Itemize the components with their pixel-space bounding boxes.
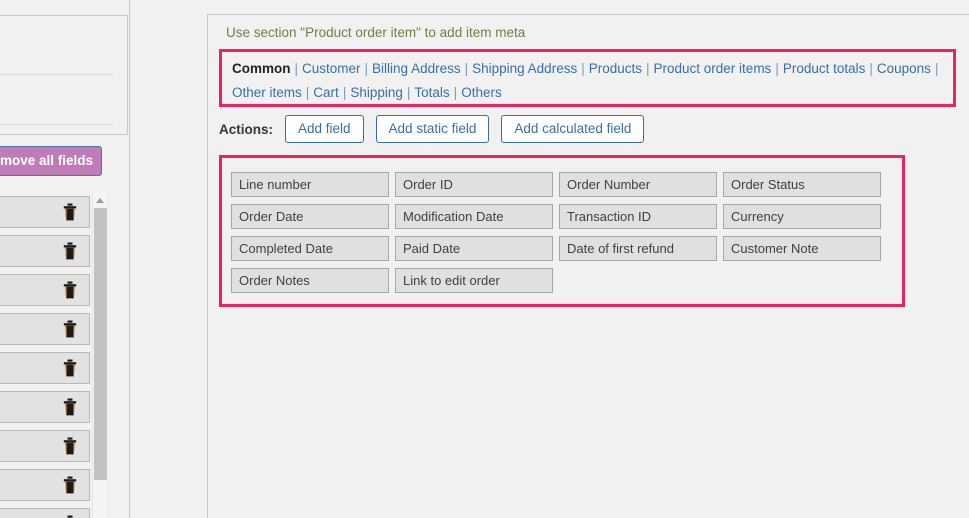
- trash-icon[interactable]: [63, 437, 77, 455]
- add-calculated-field-button[interactable]: Add calculated field: [501, 115, 645, 143]
- tab-common[interactable]: Common: [232, 61, 291, 76]
- field-chip-order-id[interactable]: Order ID: [395, 172, 553, 197]
- trash-icon[interactable]: [63, 320, 77, 338]
- sidebar-field-row[interactable]: [0, 469, 90, 501]
- field-chip-paid-date[interactable]: Paid Date: [395, 236, 553, 261]
- sidebar-field-row[interactable]: [0, 508, 90, 518]
- tab-separator: |: [305, 85, 310, 100]
- tab-separator: |: [364, 61, 369, 76]
- field-chip-order-date[interactable]: Order Date: [231, 204, 389, 229]
- field-chip-order-number[interactable]: Order Number: [559, 172, 717, 197]
- tab-separator: |: [342, 85, 347, 100]
- trash-icon[interactable]: [63, 203, 77, 221]
- field-chip-link-to-edit-order[interactable]: Link to edit order: [395, 268, 553, 293]
- section-hint-text: Use section "Product order item" to add …: [226, 25, 526, 40]
- tab-row-primary: Common | Customer | Billing Address | Shipping…: [232, 57, 943, 81]
- scrollbar-thumb[interactable]: [94, 208, 107, 480]
- tab-separator: |: [581, 61, 585, 76]
- sidebar-field-row[interactable]: [0, 430, 90, 462]
- add-static-field-button[interactable]: Add static field: [375, 115, 490, 143]
- remove-all-fields-button[interactable]: Remove all fields: [0, 146, 102, 176]
- panel-divider: [129, 0, 130, 518]
- field-chip-transaction-id[interactable]: Transaction ID: [559, 204, 717, 229]
- tab-navigation-box: Common | Customer | Billing Address | Shipping…: [219, 49, 956, 107]
- left-sidebar-panel: Remove all fields: [0, 0, 130, 518]
- sidebar-divider: [0, 124, 114, 125]
- sidebar-divider: [0, 74, 114, 75]
- tab-totals[interactable]: Totals: [414, 85, 449, 100]
- field-chip-order-notes[interactable]: Order Notes: [231, 268, 389, 293]
- tab-product-totals[interactable]: Product totals: [783, 61, 866, 76]
- sidebar-field-row[interactable]: [0, 313, 90, 345]
- actions-label: Actions:: [219, 121, 273, 137]
- trash-icon[interactable]: [63, 398, 77, 416]
- sidebar-field-row[interactable]: [0, 235, 90, 267]
- sidebar-field-row[interactable]: [0, 196, 90, 228]
- add-field-button[interactable]: Add field: [285, 115, 364, 143]
- tab-separator: |: [294, 61, 299, 76]
- field-chip-line-number[interactable]: Line number: [231, 172, 389, 197]
- actions-button-group: Add field Add static field Add calculated …: [285, 115, 656, 143]
- field-chip-modification-date[interactable]: Modification Date: [395, 204, 553, 229]
- tab-shipping-address[interactable]: Shipping Address: [472, 61, 577, 76]
- tab-cart[interactable]: Cart: [313, 85, 339, 100]
- tab-shipping[interactable]: Shipping: [350, 85, 403, 100]
- chevron-up-icon[interactable]: [93, 193, 108, 207]
- trash-icon[interactable]: [63, 281, 77, 299]
- actions-toolbar: Actions: Add field Add static field Add ca…: [219, 114, 656, 144]
- tab-billing-address[interactable]: Billing Address: [372, 61, 461, 76]
- field-chip-customer-note[interactable]: Customer Note: [723, 236, 881, 261]
- tab-separator: |: [646, 61, 650, 76]
- tab-separator: |: [869, 61, 873, 76]
- field-chip-completed-date[interactable]: Completed Date: [231, 236, 389, 261]
- field-chip-currency[interactable]: Currency: [723, 204, 881, 229]
- field-chip-grid: Line number Order ID Order Number Order Sta…: [231, 172, 902, 300]
- tab-separator: |: [453, 85, 458, 100]
- field-chip-date-of-first-refund[interactable]: Date of first refund: [559, 236, 717, 261]
- sidebar-field-row[interactable]: [0, 352, 90, 384]
- tab-customer[interactable]: Customer: [302, 61, 361, 76]
- field-chip-order-status[interactable]: Order Status: [723, 172, 881, 197]
- tab-separator: |: [775, 61, 779, 76]
- main-content-panel: Use section "Product order item" to add …: [207, 14, 969, 518]
- tab-coupons[interactable]: Coupons: [877, 61, 931, 76]
- trash-icon[interactable]: [63, 359, 77, 377]
- tab-product-order-items[interactable]: Product order items: [654, 61, 772, 76]
- tab-others[interactable]: Others: [461, 85, 502, 100]
- trash-icon[interactable]: [63, 242, 77, 260]
- tab-separator: |: [934, 61, 939, 76]
- sidebar-field-row[interactable]: [0, 391, 90, 423]
- tab-separator: |: [464, 61, 469, 76]
- tab-separator: |: [406, 85, 411, 100]
- tab-products[interactable]: Products: [589, 61, 642, 76]
- sidebar-field-row[interactable]: [0, 274, 90, 306]
- tab-other-items[interactable]: Other items: [232, 85, 302, 100]
- available-fields-box: Line number Order ID Order Number Order Sta…: [219, 155, 905, 307]
- tab-row-secondary: Other items | Cart | Shipping | Totals | Others: [232, 81, 943, 105]
- sidebar-scrollbar[interactable]: [92, 193, 107, 518]
- trash-icon[interactable]: [63, 476, 77, 494]
- sidebar-settings-card: [0, 15, 128, 135]
